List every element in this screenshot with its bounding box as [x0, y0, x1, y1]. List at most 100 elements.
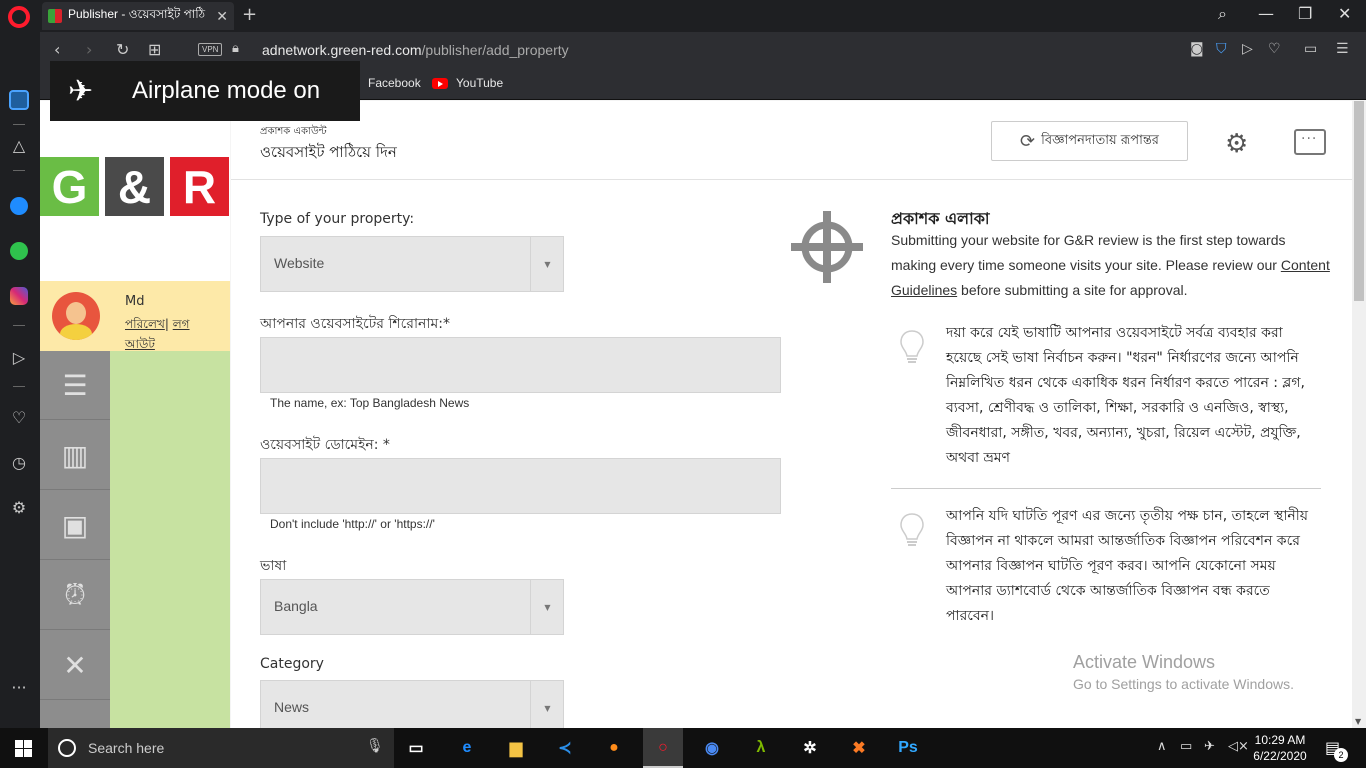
heart-icon[interactable]: ♡ [8, 406, 30, 428]
switch-to-advertiser-button[interactable]: ⟳ বিজ্ঞাপনদাতায় রূপান্তর [991, 121, 1188, 161]
page-title: ওয়েবসাইট পাঠিয়ে দিন [260, 143, 397, 161]
send-icon[interactable]: ▷ [1242, 41, 1253, 57]
instagram-icon[interactable] [8, 285, 30, 307]
divider [891, 488, 1321, 489]
restore-icon[interactable]: ❐ [1298, 4, 1312, 23]
page-scrollbar[interactable]: ▼ [1352, 101, 1366, 728]
category-select[interactable]: News ▼ [260, 680, 564, 728]
site-favicon-icon [48, 9, 62, 23]
menu-wallet-icon[interactable]: ▣ [40, 491, 110, 560]
more-icon[interactable]: ··· [8, 676, 30, 698]
language-select[interactable]: Bangla ▼ [260, 579, 564, 635]
easy-setup-icon[interactable]: ☰ [1336, 41, 1349, 57]
menu-stats-icon[interactable]: ▥ [40, 421, 110, 490]
airplane-tray-icon[interactable]: ✈ [1204, 739, 1215, 754]
lock-icon[interactable]: 🔒︎ [232, 41, 239, 56]
reload-icon[interactable]: ↻ [116, 40, 129, 59]
desc-text: Submitting your website for G&R review i… [891, 232, 1286, 273]
back-icon[interactable]: ‹ [54, 40, 60, 59]
heart-icon[interactable]: ♡ [1268, 41, 1281, 57]
opera-taskbar-icon[interactable]: ○ [651, 736, 675, 760]
chat-icon[interactable] [1294, 129, 1326, 155]
tray-chevron-icon[interactable]: ∧ [1157, 739, 1167, 754]
lightbulb-icon [900, 513, 924, 546]
profile-link[interactable]: পরিলেখ [125, 317, 165, 331]
forward-icon[interactable]: › [86, 40, 92, 59]
firefox-icon[interactable]: ● [602, 736, 626, 760]
settings-icon[interactable]: ⚙ [8, 496, 30, 518]
search-placeholder: Search here [88, 740, 165, 756]
main-content: প্রকাশক একাউন্ট ওয়েবসাইট পাঠিয়ে দিন ⟳ … [231, 101, 1352, 728]
rail-separator [13, 386, 25, 387]
xampp-icon[interactable]: ✖ [847, 736, 871, 760]
logo-letter: R [170, 157, 229, 216]
tab-title: Publisher - ওয়েবসাইট পাঠি [68, 7, 206, 21]
windows-start-icon[interactable] [15, 740, 32, 757]
bookmark-youtube[interactable]: YouTube [432, 76, 503, 90]
menu-alarm-icon[interactable]: ⏰︎ [40, 561, 110, 630]
task-view-icon[interactable]: ▭ [404, 736, 428, 760]
chrome-icon[interactable]: ◉ [700, 736, 724, 760]
tip-text: আপনি যদি ঘাটতি পূরণ এর জন্যে তৃতীয় পক্ষ… [946, 508, 1308, 624]
web-page: G & R Md পরিলেখ| লগ আউট ☰ ▥ ▣ ⏰︎ ✕ প্রকা… [40, 101, 1352, 728]
close-window-icon[interactable]: ✕ [1338, 4, 1351, 23]
activate-windows-watermark: Activate Windows Go to Settings to activ… [1073, 652, 1294, 692]
property-type-select[interactable]: Website ▼ [260, 236, 564, 292]
rail-separator [13, 170, 25, 171]
new-tab-icon[interactable]: + [242, 4, 257, 25]
menu-tools-icon[interactable]: ✕ [40, 631, 110, 700]
gear-icon[interactable]: ⚙ [1225, 129, 1248, 159]
opera-logo-icon[interactable] [8, 6, 30, 28]
scroll-down-icon[interactable]: ▼ [1355, 717, 1361, 726]
user-name: Md [125, 294, 145, 309]
microphone-icon[interactable]: 🎙︎ [366, 738, 384, 754]
avatar[interactable] [52, 292, 100, 340]
messenger-icon[interactable] [8, 195, 30, 217]
select-value: News [274, 699, 310, 715]
user-panel: Md পরিলেখ| লগ আউট [40, 281, 230, 351]
bookmark-label: YouTube [456, 76, 504, 90]
minimize-icon[interactable]: — [1258, 4, 1274, 23]
bookmarks-icon[interactable]: △ [8, 134, 30, 156]
edge-icon[interactable]: e [455, 736, 479, 760]
refresh-icon: ⟳ [1020, 130, 1036, 152]
vpn-badge[interactable]: VPN [198, 43, 223, 56]
language-label: ভাষা [260, 558, 287, 574]
battery-icon[interactable]: ▭ [1304, 41, 1317, 57]
site-title-label: আপনার ওয়েবসাইটের শিরোনাম:* [260, 316, 450, 332]
bookmark-facebook[interactable]: Facebook [368, 76, 421, 90]
taskbar-clock[interactable]: 10:29 AM 6/22/2020 [1250, 732, 1310, 764]
tab-grid-icon[interactable]: ⊞ [148, 40, 161, 59]
file-explorer-icon[interactable]: ▆ [504, 736, 528, 760]
watermark-title: Activate Windows [1073, 652, 1216, 672]
menu-list-icon[interactable]: ☰ [40, 351, 110, 420]
breadcrumb: প্রকাশক একাউন্ট [260, 126, 327, 137]
tab-publisher[interactable]: Publisher - ওয়েবসাইট পাঠি ✕ [42, 2, 234, 30]
site-title-hint: The name, ex: Top Bangladesh News [270, 396, 470, 410]
gr-logo[interactable]: G & R [40, 157, 235, 216]
url-path: /publisher/add_property [421, 42, 569, 58]
photoshop-icon[interactable]: Ps [896, 736, 920, 760]
flow-icon[interactable]: ▷ [8, 346, 30, 368]
volume-icon[interactable]: ◁× [1228, 739, 1249, 754]
domain-input[interactable] [260, 458, 781, 514]
search-tabs-icon[interactable]: ⌕ [1218, 4, 1227, 24]
tab-bar: Publisher - ওয়েবসাইট পাঠি ✕ + ⌕ — ❐ ✕ [40, 0, 1366, 32]
shield-icon[interactable]: ⛉ [1216, 41, 1227, 57]
close-tab-icon[interactable]: ✕ [216, 8, 228, 25]
network-icon[interactable]: ▭ [1180, 739, 1192, 754]
page-header: প্রকাশক একাউন্ট ওয়েবসাইট পাঠিয়ে দিন ⟳ … [231, 101, 1352, 180]
search-icon [58, 739, 76, 757]
scrollbar-thumb[interactable] [1354, 101, 1364, 301]
speed-dial-icon[interactable] [8, 89, 30, 111]
url-field[interactable]: adnetwork.green-red.com/publisher/add_pr… [262, 42, 569, 58]
camera-icon[interactable]: ◙ [1190, 41, 1204, 57]
taskbar-search[interactable]: Search here 🎙︎ [48, 728, 394, 768]
whatsapp-icon[interactable] [8, 240, 30, 262]
snipping-tool-icon[interactable]: ✲ [798, 736, 822, 760]
history-icon[interactable]: ◷ [8, 451, 30, 473]
vscode-icon[interactable]: ≺ [553, 736, 577, 760]
site-title-input[interactable] [260, 337, 781, 393]
chevron-down-icon: ▼ [530, 237, 564, 291]
lambda-app-icon[interactable]: λ [749, 736, 773, 760]
